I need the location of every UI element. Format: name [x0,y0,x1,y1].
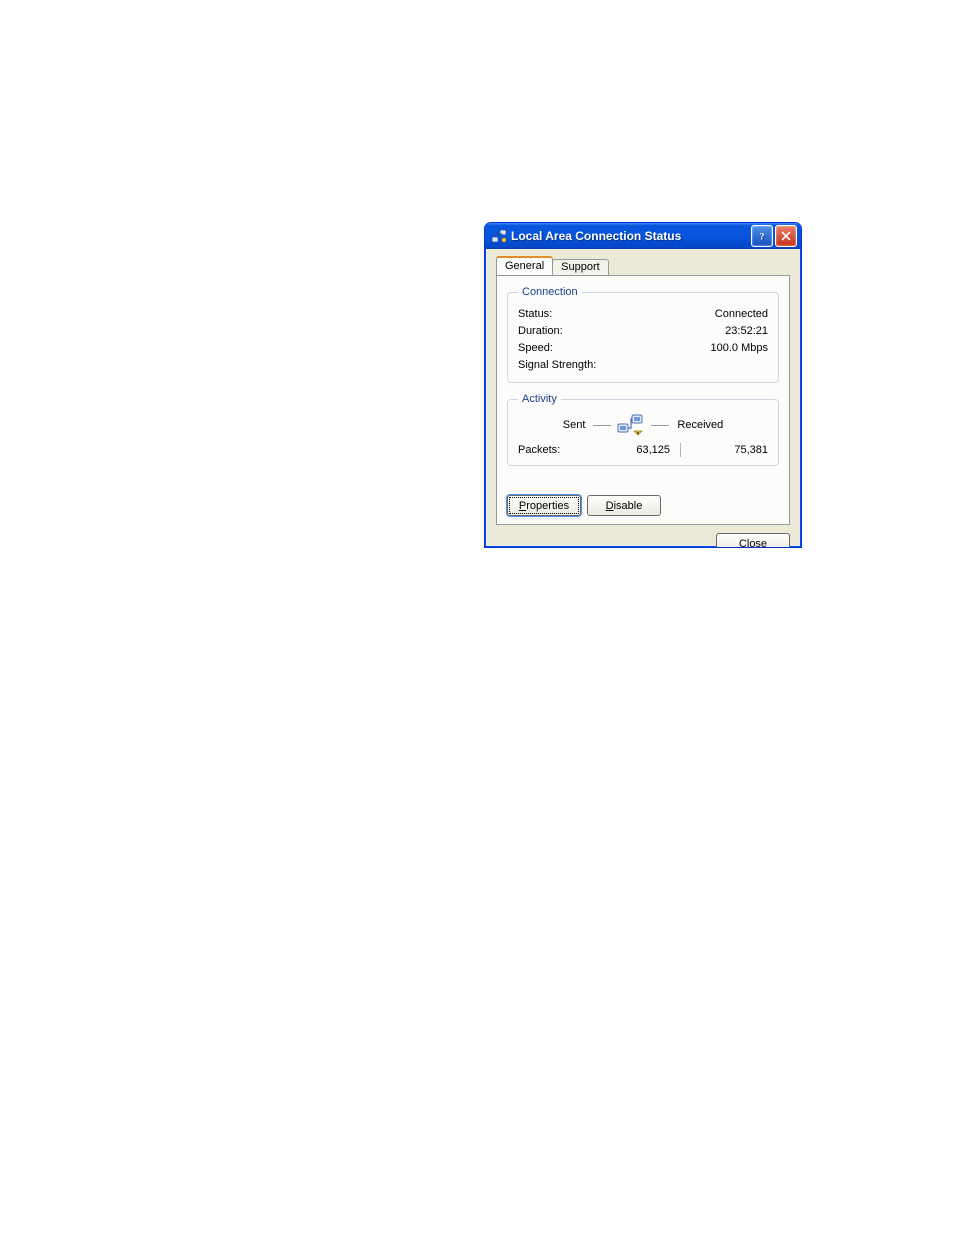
disable-button[interactable]: Disable [587,495,661,516]
duration-value: 23:52:21 [725,323,768,340]
divider-line [593,425,611,426]
network-status-icon [491,228,507,244]
speed-row: Speed: 100.0 Mbps [518,340,768,357]
status-value: Connected [715,306,768,323]
close-button[interactable] [775,225,797,247]
tabstrip: GeneralSupport [496,255,790,275]
signal-row: Signal Strength: [518,357,768,374]
dialog-footer: Close [496,533,790,548]
signal-label: Signal Strength: [518,357,596,374]
window-title: Local Area Connection Status [511,229,749,243]
activity-group: Activity Sent [507,393,779,466]
connection-group: Connection Status: Connected Duration: 2… [507,286,779,383]
disable-accel: D [606,500,614,512]
status-row: Status: Connected [518,306,768,323]
tab-support[interactable]: Support [552,259,609,275]
close-accel: C [739,538,747,549]
vertical-divider [680,443,681,457]
received-label: Received [677,419,723,431]
properties-rest: roperties [526,500,569,512]
help-button[interactable]: ? [751,225,773,247]
packets-row: Packets: 63,125 75,381 [518,443,768,457]
tab-general[interactable]: General [496,256,553,275]
network-activity-icon [617,413,645,437]
dialog-window: Local Area Connection Status ? GeneralSu… [484,222,802,548]
packets-sent-value: 63,125 [592,444,670,456]
packets-received-value: 75,381 [690,444,768,456]
divider-line [651,425,669,426]
sent-label: Sent [563,419,586,431]
properties-button[interactable]: Properties [507,495,581,516]
button-bar: Properties Disable [507,495,661,516]
connection-legend: Connection [518,286,582,298]
activity-header: Sent Received [518,413,768,437]
status-label: Status: [518,306,552,323]
disable-rest: isable [614,500,643,512]
close-dialog-button[interactable]: Close [716,533,790,548]
tab-page-general: Connection Status: Connected Duration: 2… [496,275,790,525]
activity-legend: Activity [518,393,561,405]
speed-label: Speed: [518,340,553,357]
duration-row: Duration: 23:52:21 [518,323,768,340]
svg-text:?: ? [760,232,765,242]
speed-value: 100.0 Mbps [711,340,768,357]
close-rest: lose [747,538,767,549]
client-area: GeneralSupport Connection Status: Connec… [488,249,798,544]
packets-label: Packets: [518,444,588,456]
titlebar[interactable]: Local Area Connection Status ? [485,223,801,249]
duration-label: Duration: [518,323,563,340]
